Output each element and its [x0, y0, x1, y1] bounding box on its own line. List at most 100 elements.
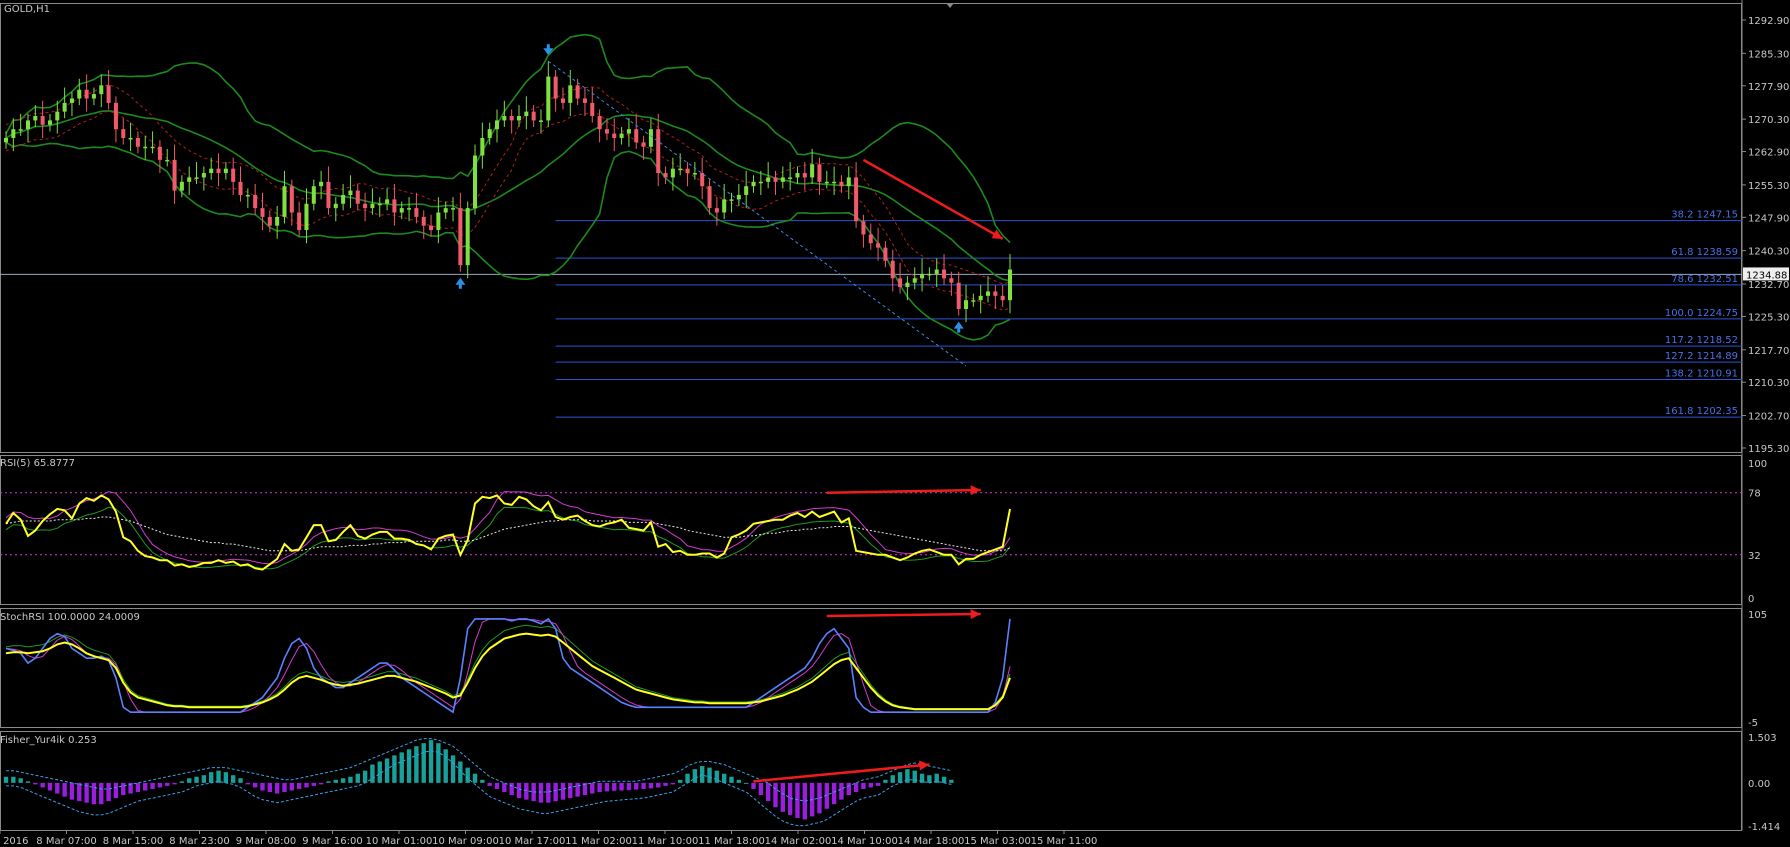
candle-body: [678, 168, 683, 171]
fisher-bar: [897, 772, 903, 783]
fisher-bar: [260, 782, 265, 791]
candle-body: [744, 186, 749, 195]
candle-body: [788, 177, 793, 179]
fisher-bar: [663, 782, 668, 786]
candle-body: [502, 116, 507, 121]
fisher-bar: [729, 776, 734, 783]
candle-body: [927, 273, 932, 276]
candle-body: [40, 116, 45, 125]
fisher-bar: [3, 776, 9, 783]
fisher-bar: [165, 782, 170, 786]
candle-body: [480, 137, 485, 156]
time-tick-label: 14 Mar 18:00: [898, 836, 965, 847]
fisher-bar: [11, 776, 16, 783]
candle-body: [62, 102, 67, 112]
candle-body: [414, 208, 419, 217]
candle-body: [11, 129, 16, 138]
fisher-bar: [927, 775, 932, 783]
candle-body: [597, 116, 602, 130]
candle-body: [341, 194, 346, 204]
candle-body: [758, 181, 763, 184]
fisher-bar: [289, 782, 295, 791]
fisher-bar: [817, 782, 822, 814]
candle-body: [355, 190, 360, 204]
rsi-tick-label: 78: [1748, 489, 1761, 500]
candle-body: [194, 177, 199, 179]
price-tick-label: 1255.30: [1748, 181, 1789, 192]
candle-body: [465, 208, 470, 266]
symbol-title: GOLD,H1: [4, 4, 50, 15]
rsi-title: RSI(5) 65.8777: [0, 458, 75, 469]
candle-body: [165, 159, 170, 162]
fisher-bar: [348, 776, 353, 783]
fisher-bar: [318, 782, 324, 785]
fisher-bar: [414, 746, 419, 783]
fisher-bar: [443, 749, 448, 783]
fisher-bar: [18, 778, 23, 783]
candle-body: [582, 98, 587, 103]
candle-body: [135, 137, 140, 147]
candle-body: [443, 208, 448, 213]
fisher-bar: [282, 782, 287, 793]
fisher-bar: [252, 782, 258, 788]
fib-level-label: 78.6 1232.51: [1671, 274, 1738, 285]
trading-chart[interactable]: 1292.90 1285.30 1277.90 1270.30 1262.90 1255.…: [0, 0, 1790, 847]
candle-body: [179, 181, 184, 191]
stoch-tick-label: 105: [1748, 610, 1767, 621]
candle-body: [978, 295, 983, 301]
candle-body: [824, 181, 829, 184]
fisher-bar: [487, 782, 492, 786]
fisher-bar: [502, 782, 507, 793]
fisher-bar: [77, 782, 82, 802]
fisher-tick-label: -1.414: [1748, 822, 1780, 833]
fisher-bar: [62, 782, 67, 797]
candle-body: [399, 208, 404, 213]
fisher-bar: [113, 782, 119, 799]
candle-body: [77, 89, 82, 99]
time-tick-label: 8 Mar 07:00: [36, 836, 96, 847]
fisher-bar: [597, 782, 602, 793]
fisher-bar: [340, 778, 346, 783]
candle-body: [99, 85, 104, 95]
candle-body: [861, 221, 866, 235]
fisher-bar: [55, 782, 60, 794]
fisher-bar: [538, 782, 544, 803]
fisher-bar: [590, 782, 595, 794]
fisher-bar: [685, 773, 690, 783]
candle-body: [172, 159, 177, 191]
fib-level-label: 100.0 1224.75: [1665, 308, 1738, 319]
fisher-bar: [868, 782, 873, 788]
candle-body: [392, 199, 397, 213]
fisher-bar: [765, 782, 771, 802]
candle-body: [407, 208, 412, 210]
candle-body: [634, 129, 639, 143]
fib-level-label: 117.2 1218.52: [1665, 335, 1738, 346]
price-tick-label: 1217.70: [1748, 346, 1789, 357]
candle-body: [839, 181, 844, 187]
fisher-bar: [641, 782, 646, 789]
price-tick-label: 1292.90: [1748, 16, 1789, 27]
candle-body: [333, 203, 338, 209]
candle-body: [656, 129, 661, 174]
candle-body: [377, 203, 382, 206]
candle-body: [348, 190, 353, 195]
candle-body: [890, 260, 895, 279]
candle-body: [150, 146, 155, 149]
fisher-bar: [187, 778, 192, 783]
candle-body: [238, 181, 243, 195]
candle-body: [590, 102, 595, 117]
fisher-bar: [612, 782, 617, 791]
candle-body: [531, 111, 536, 121]
time-tick-label: 9 Mar 16:00: [302, 836, 362, 847]
fisher-bar: [560, 782, 566, 800]
candle-body: [84, 89, 89, 99]
fisher-bar: [428, 740, 434, 783]
fisher-tick-label: 1.503: [1748, 733, 1777, 744]
fisher-bar: [179, 781, 185, 783]
fisher-bar: [208, 772, 214, 783]
fib-level-label: 61.8 1238.59: [1671, 247, 1738, 258]
candle-body: [275, 216, 280, 226]
candle-body: [626, 129, 631, 134]
fisher-bar: [736, 779, 742, 783]
fisher-bar: [648, 782, 654, 789]
